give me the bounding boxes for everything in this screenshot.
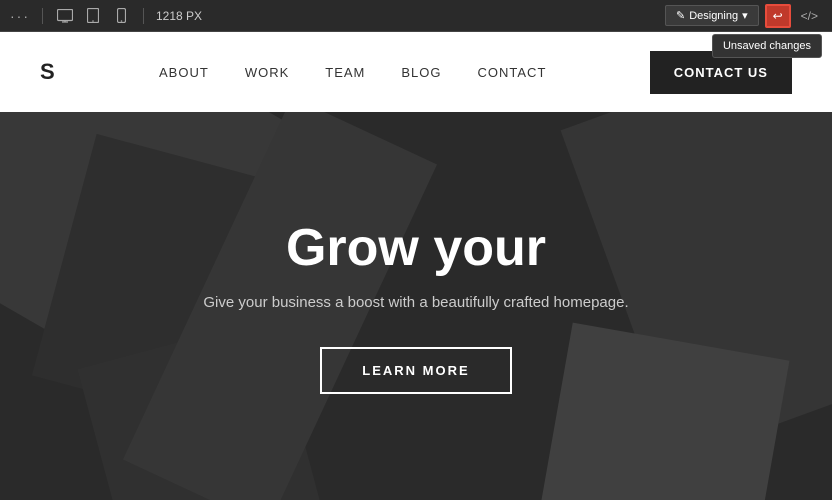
learn-more-button[interactable]: LEARN MORE: [320, 347, 511, 394]
mode-label: Designing: [689, 10, 738, 22]
save-button[interactable]: ↩: [765, 4, 791, 28]
unsaved-changes-tooltip: Unsaved changes: [712, 34, 822, 58]
nav-links: ABOUT WORK TEAM BLOG CONTACT: [159, 65, 546, 80]
save-icon: ↩: [773, 9, 783, 23]
toolbar-sep-1: [42, 8, 43, 24]
pencil-icon: ✎: [676, 9, 685, 22]
phone-icon[interactable]: [111, 6, 131, 26]
nav-link-contact[interactable]: CONTACT: [478, 65, 547, 80]
hero-content: Grow your Give your business a boost wit…: [203, 218, 628, 394]
toolbar-right: ✎ Designing ▾ ↩ </> Unsaved changes: [665, 4, 822, 28]
hero-section: Grow your Give your business a boost wit…: [0, 112, 832, 500]
toolbar-sep-2: [143, 8, 144, 24]
nav-link-blog[interactable]: BLOG: [401, 65, 441, 80]
code-icon: </>: [801, 9, 818, 23]
tablet-icon[interactable]: [83, 6, 103, 26]
nav-link-work[interactable]: WORK: [245, 65, 289, 80]
monitor-icon[interactable]: [55, 6, 75, 26]
hero-title: Grow your: [203, 218, 628, 278]
chevron-down-icon: ▾: [742, 9, 748, 22]
hero-subtitle: Give your business a boost with a beauti…: [203, 294, 628, 311]
toolbar-left: ··· 1218 PX: [10, 6, 202, 26]
toolbar: ··· 1218 PX ✎ Designing: [0, 0, 832, 32]
nav-logo: S: [40, 59, 56, 85]
nav-link-about[interactable]: ABOUT: [159, 65, 209, 80]
nav-link-team[interactable]: TEAM: [325, 65, 365, 80]
designing-mode-btn[interactable]: ✎ Designing ▾: [665, 5, 759, 26]
toolbar-dots-icon: ···: [10, 8, 30, 24]
navbar: S ABOUT WORK TEAM BLOG CONTACT CONTACT U…: [0, 32, 832, 112]
code-button[interactable]: </>: [797, 7, 822, 25]
canvas-size: 1218 PX: [156, 9, 202, 23]
